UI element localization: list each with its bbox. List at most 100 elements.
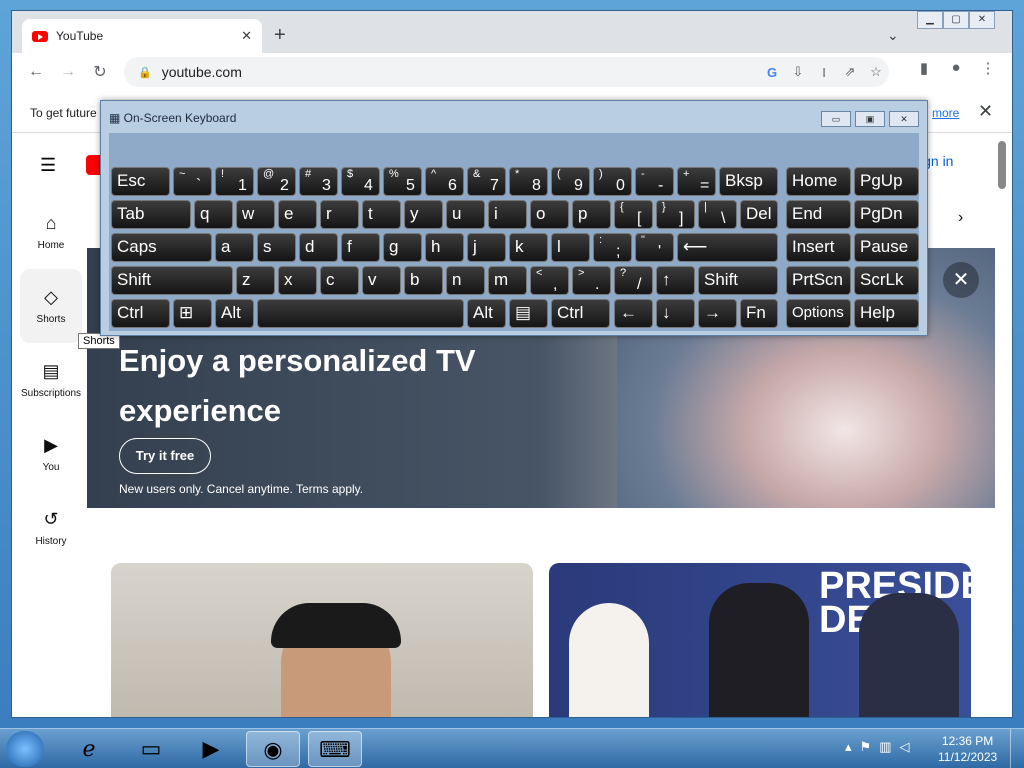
key-p[interactable]: p bbox=[572, 200, 611, 229]
key-esc[interactable]: Esc bbox=[111, 167, 170, 196]
key-x[interactable]: x bbox=[278, 266, 317, 295]
key-tilde[interactable]: ~ ` bbox=[173, 167, 212, 196]
key-rbracket[interactable]: }] bbox=[656, 200, 695, 229]
key-e[interactable]: e bbox=[278, 200, 317, 229]
key-u[interactable]: u bbox=[446, 200, 485, 229]
key-end[interactable]: End bbox=[786, 200, 851, 229]
info-bar-link[interactable]: more bbox=[932, 106, 959, 120]
key-ctrl-left[interactable]: Ctrl bbox=[111, 299, 170, 328]
key-6[interactable]: ^ 6 bbox=[425, 167, 464, 196]
key-semicolon[interactable]: :; bbox=[593, 233, 632, 262]
chevron-right-icon[interactable]: › bbox=[958, 209, 963, 227]
osk-taskbar-icon[interactable]: ⌨ bbox=[308, 731, 362, 767]
key-backspace[interactable]: Bksp bbox=[719, 167, 778, 196]
install-icon[interactable]: ⇩ bbox=[785, 64, 811, 80]
key-c[interactable]: c bbox=[320, 266, 359, 295]
volume-icon[interactable]: ◁ bbox=[899, 739, 909, 755]
key-alt-right[interactable]: Alt bbox=[467, 299, 506, 328]
key-slash[interactable]: ? / bbox=[614, 266, 653, 295]
maximize-button[interactable]: ▢ bbox=[943, 11, 969, 29]
key-menu[interactable]: ▤ bbox=[509, 299, 548, 328]
menu-kebab-icon[interactable]: ⋮ bbox=[976, 59, 1000, 77]
key-del[interactable]: Del bbox=[740, 200, 778, 229]
osk-minimize-button[interactable]: ▭ bbox=[821, 111, 851, 127]
chrome-taskbar-icon[interactable]: ◉ bbox=[246, 731, 300, 767]
key-5[interactable]: % 5 bbox=[383, 167, 422, 196]
address-bar[interactable]: 🔒 youtube.com G ⇩ I ⇗ ☆ bbox=[124, 57, 889, 87]
close-window-button[interactable]: ✕ bbox=[969, 11, 995, 29]
nav-shorts[interactable]: ◇ Shorts bbox=[20, 287, 82, 325]
key-g[interactable]: g bbox=[383, 233, 422, 262]
key-pgdn[interactable]: PgDn bbox=[854, 200, 919, 229]
key-o[interactable]: o bbox=[530, 200, 569, 229]
key-lbracket[interactable]: {[ bbox=[614, 200, 653, 229]
osk-close-button[interactable]: ✕ bbox=[889, 111, 919, 127]
tab-youtube[interactable]: YouTube ✕ bbox=[22, 19, 262, 53]
key-t[interactable]: t bbox=[362, 200, 401, 229]
banner-close-icon[interactable]: ✕ bbox=[943, 262, 979, 298]
key-b[interactable]: b bbox=[404, 266, 443, 295]
key-v[interactable]: v bbox=[362, 266, 401, 295]
key-ctrl-right[interactable]: Ctrl bbox=[551, 299, 610, 328]
key-pause[interactable]: Pause bbox=[854, 233, 919, 262]
video-thumbnail[interactable] bbox=[111, 563, 533, 717]
action-center-icon[interactable]: ⚑ bbox=[860, 739, 872, 755]
new-tab-button[interactable]: + bbox=[274, 25, 286, 45]
tray-expand-icon[interactable]: ▴ bbox=[845, 739, 852, 755]
key-left-arrow[interactable]: ← bbox=[614, 299, 653, 328]
back-icon[interactable]: ← bbox=[20, 63, 52, 81]
key-8[interactable]: * 8 bbox=[509, 167, 548, 196]
google-lens-icon[interactable]: G bbox=[759, 65, 785, 80]
key-l[interactable]: l bbox=[551, 233, 590, 262]
key-period[interactable]: >. bbox=[572, 266, 611, 295]
key-home[interactable]: Home bbox=[786, 167, 851, 196]
key-insert[interactable]: Insert bbox=[786, 233, 851, 262]
key-i[interactable]: i bbox=[488, 200, 527, 229]
side-panel-icon[interactable]: ▮ bbox=[912, 59, 936, 77]
key-alt-left[interactable]: Alt bbox=[215, 299, 254, 328]
key-y[interactable]: y bbox=[404, 200, 443, 229]
ie-icon[interactable]: ℯ bbox=[62, 731, 116, 767]
info-bar-close-icon[interactable]: ✕ bbox=[978, 101, 993, 122]
key-a[interactable]: a bbox=[215, 233, 254, 262]
key-shift-right[interactable]: Shift bbox=[698, 266, 778, 295]
key-k[interactable]: k bbox=[509, 233, 548, 262]
key-equals[interactable]: + = bbox=[677, 167, 716, 196]
minimize-button[interactable]: ▁ bbox=[917, 11, 943, 29]
profile-icon[interactable]: ● bbox=[944, 59, 968, 77]
nav-history[interactable]: ↺ History bbox=[20, 509, 82, 547]
try-it-free-button[interactable]: Try it free bbox=[119, 438, 211, 474]
key-scrlk[interactable]: ScrLk bbox=[854, 266, 919, 295]
key-j[interactable]: j bbox=[467, 233, 506, 262]
key-fn[interactable]: Fn bbox=[740, 299, 778, 328]
nav-you[interactable]: ▶ You bbox=[20, 435, 82, 473]
key-d[interactable]: d bbox=[299, 233, 338, 262]
hamburger-menu-icon[interactable]: ☰ bbox=[40, 155, 56, 176]
key-right-arrow[interactable]: → bbox=[698, 299, 737, 328]
tab-search-icon[interactable]: ⌄ bbox=[887, 27, 899, 44]
show-desktop-button[interactable] bbox=[1010, 729, 1024, 768]
video-thumbnail[interactable]: PRESIDENT DEBAT bbox=[549, 563, 971, 717]
key-up-arrow[interactable]: ↑ bbox=[656, 266, 695, 295]
key-2[interactable]: @2 bbox=[257, 167, 296, 196]
key-9[interactable]: (9 bbox=[551, 167, 590, 196]
key-pgup[interactable]: PgUp bbox=[854, 167, 919, 196]
explorer-icon[interactable]: ▭ bbox=[124, 731, 178, 767]
key-r[interactable]: r bbox=[320, 200, 359, 229]
key-prtscn[interactable]: PrtScn bbox=[786, 266, 851, 295]
key-enter[interactable]: ⟵ bbox=[677, 233, 778, 262]
key-down-arrow[interactable]: ↓ bbox=[656, 299, 695, 328]
key-h[interactable]: h bbox=[425, 233, 464, 262]
key-1[interactable]: ! 1 bbox=[215, 167, 254, 196]
reload-icon[interactable]: ↻ bbox=[84, 62, 116, 82]
key-w[interactable]: w bbox=[236, 200, 275, 229]
bookmark-star-icon[interactable]: ☆ bbox=[863, 64, 889, 80]
key-space[interactable] bbox=[257, 299, 464, 328]
start-button[interactable] bbox=[6, 731, 44, 767]
key-quote[interactable]: " ' bbox=[635, 233, 674, 262]
forward-icon[interactable]: → bbox=[52, 63, 84, 81]
key-7[interactable]: & 7 bbox=[467, 167, 506, 196]
page-scrollbar[interactable] bbox=[998, 141, 1006, 189]
key-windows[interactable]: ⊞ bbox=[173, 299, 212, 328]
key-n[interactable]: n bbox=[446, 266, 485, 295]
